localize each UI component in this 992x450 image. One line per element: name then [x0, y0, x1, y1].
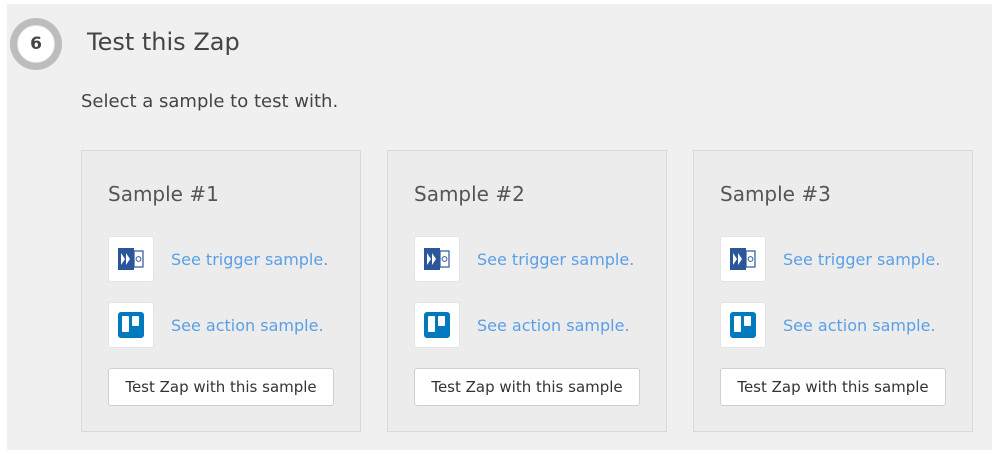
microsoft-dynamics-icon	[720, 236, 766, 282]
see-action-sample-link[interactable]: See action sample.	[477, 316, 630, 335]
trello-icon	[108, 302, 154, 348]
sample-title: Sample #2	[414, 182, 525, 206]
trello-icon	[414, 302, 460, 348]
sample-card-2: Sample #2 See trigger sample. See action…	[387, 150, 667, 432]
trello-icon	[720, 302, 766, 348]
action-row: See action sample.	[414, 302, 630, 348]
step-progress-badge: 6	[10, 18, 62, 70]
see-trigger-sample-link[interactable]: See trigger sample.	[477, 250, 634, 269]
trigger-row: See trigger sample.	[414, 236, 634, 282]
see-trigger-sample-link[interactable]: See trigger sample.	[783, 250, 940, 269]
sample-title: Sample #3	[720, 182, 831, 206]
microsoft-dynamics-icon	[108, 236, 154, 282]
microsoft-dynamics-icon	[414, 236, 460, 282]
see-action-sample-link[interactable]: See action sample.	[783, 316, 936, 335]
subtitle: Select a sample to test with.	[81, 91, 339, 112]
see-action-sample-link[interactable]: See action sample.	[171, 316, 324, 335]
see-trigger-sample-link[interactable]: See trigger sample.	[171, 250, 328, 269]
trigger-row: See trigger sample.	[720, 236, 940, 282]
trigger-row: See trigger sample.	[108, 236, 328, 282]
sample-card-3: Sample #3 See trigger sample. See action…	[693, 150, 973, 432]
test-zap-button[interactable]: Test Zap with this sample	[108, 368, 334, 406]
test-zap-button[interactable]: Test Zap with this sample	[720, 368, 946, 406]
action-row: See action sample.	[108, 302, 324, 348]
sample-title: Sample #1	[108, 182, 219, 206]
test-zap-button[interactable]: Test Zap with this sample	[414, 368, 640, 406]
sample-card-1: Sample #1 See trigger sample. See action…	[81, 150, 361, 432]
step-number: 6	[17, 25, 55, 63]
action-row: See action sample.	[720, 302, 936, 348]
step-title: Test this Zap	[87, 28, 240, 56]
